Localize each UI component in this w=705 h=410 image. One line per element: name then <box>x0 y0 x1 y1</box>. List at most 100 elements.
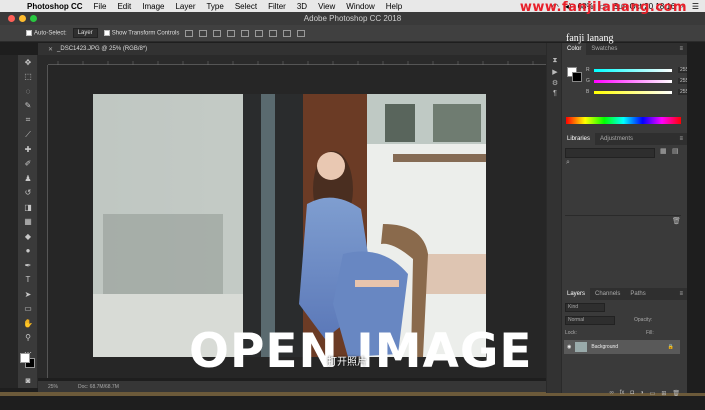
type-tool-icon[interactable]: T <box>18 273 38 288</box>
paragraph-panel-icon[interactable]: ¶ <box>547 88 563 99</box>
tab-adjustments[interactable]: Adjustments <box>595 133 638 145</box>
delete-layer-icon[interactable]: 🗑 <box>672 390 680 400</box>
eraser-tool-icon[interactable]: ◨ <box>18 200 38 215</box>
auto-select-dropdown[interactable]: Layer <box>72 28 98 38</box>
adjustment-layer-icon[interactable]: ◑ <box>640 390 644 400</box>
color-bg-swatch[interactable] <box>572 72 582 82</box>
actions-panel-icon[interactable]: ▶ <box>547 66 563 77</box>
tab-swatches[interactable]: Swatches <box>586 43 622 55</box>
hand-tool-icon[interactable]: ✋ <box>18 316 38 331</box>
gradient-tool-icon[interactable]: ▦ <box>18 215 38 230</box>
tab-channels[interactable]: Channels <box>590 288 625 300</box>
quick-mask-icon[interactable]: ◙ <box>18 373 38 388</box>
move-tool-icon[interactable]: ✥ <box>18 55 38 70</box>
menu-image[interactable]: Image <box>137 2 170 11</box>
maximize-window-button[interactable] <box>30 15 37 22</box>
align-top-icon[interactable] <box>185 29 194 37</box>
ruler-ticks-h <box>57 61 534 65</box>
menu-layer[interactable]: Layer <box>170 2 201 11</box>
3d-mode-icon[interactable] <box>297 29 306 37</box>
menu-edit[interactable]: Edit <box>112 2 137 11</box>
history-panel-icon[interactable]: ⧗ <box>547 55 563 66</box>
blue-slider[interactable]: B 255 <box>586 89 691 96</box>
close-document-icon[interactable]: ✕ <box>48 46 53 53</box>
menu-app-name[interactable]: Photoshop CC <box>22 2 89 11</box>
new-group-icon[interactable]: ▭ <box>650 390 656 400</box>
zoom-level[interactable]: 25% <box>48 384 58 390</box>
menu-file[interactable]: File <box>89 2 113 11</box>
horizontal-ruler[interactable] <box>48 56 546 65</box>
layer-style-icon[interactable]: fx <box>620 390 625 400</box>
minimize-window-button[interactable] <box>19 15 26 22</box>
pen-tool-icon[interactable]: ✒ <box>18 258 38 273</box>
green-slider[interactable]: G 255 <box>586 78 691 85</box>
link-layers-icon[interactable]: ∞ <box>609 390 613 400</box>
library-delete-icon[interactable]: 🗑 <box>672 217 681 225</box>
close-window-button[interactable] <box>8 15 15 22</box>
tab-layers[interactable]: Layers <box>562 288 591 300</box>
photo-image[interactable] <box>93 94 486 357</box>
zoom-tool-icon[interactable]: ⚲ <box>18 331 38 346</box>
doc-size[interactable]: Doc: 68.7M/68.7M <box>78 384 119 390</box>
menu-select[interactable]: Select <box>230 2 263 11</box>
brush-tool-icon[interactable]: ✐ <box>18 157 38 172</box>
new-layer-icon[interactable]: ⊞ <box>661 390 666 400</box>
transform-controls-checkbox[interactable] <box>103 29 110 36</box>
layers-footer: ∞ fx ◘ ◑ ▭ ⊞ 🗑 <box>564 390 680 400</box>
menu-help[interactable]: Help <box>381 2 408 11</box>
quick-select-tool-icon[interactable]: ✎ <box>18 99 38 114</box>
blur-tool-icon[interactable]: ◆ <box>18 229 38 244</box>
tab-paths[interactable]: Paths <box>625 288 650 300</box>
lasso-tool-icon[interactable]: ◌ <box>18 84 38 99</box>
color-swatches[interactable] <box>20 353 36 369</box>
blue-slider-track[interactable] <box>594 91 672 94</box>
grid-view-icon[interactable]: ▦ <box>660 147 667 155</box>
align-right-icon[interactable] <box>255 29 264 37</box>
align-left-icon[interactable] <box>227 29 236 37</box>
crop-tool-icon[interactable]: ⌗ <box>18 113 38 128</box>
layer-mask-icon[interactable]: ◘ <box>630 390 634 400</box>
library-dropdown[interactable] <box>565 148 655 158</box>
layers-menu-icon[interactable]: ≡ <box>679 291 683 297</box>
blend-mode-dropdown[interactable]: Normal <box>565 316 615 325</box>
red-slider[interactable]: R 255 <box>586 67 691 74</box>
menu-type[interactable]: Type <box>201 2 229 11</box>
list-view-icon[interactable]: ▤ <box>672 147 679 155</box>
vertical-ruler[interactable] <box>38 65 48 378</box>
menu-filter[interactable]: Filter <box>263 2 292 11</box>
foreground-color-swatch[interactable] <box>20 353 30 363</box>
window-controls <box>8 15 37 22</box>
align-center-icon[interactable] <box>241 29 250 37</box>
healing-brush-tool-icon[interactable]: ✚ <box>18 142 38 157</box>
distribute-icon[interactable] <box>269 29 278 37</box>
libraries-menu-icon[interactable]: ≡ <box>679 136 683 142</box>
green-slider-track[interactable] <box>594 80 672 83</box>
ruler-corner[interactable] <box>38 56 48 65</box>
clone-stamp-tool-icon[interactable]: ♟ <box>18 171 38 186</box>
tab-libraries[interactable]: Libraries <box>562 133 596 145</box>
library-search-icon[interactable]: ⌕ <box>566 159 570 167</box>
red-slider-track[interactable] <box>594 69 672 72</box>
properties-panel-icon[interactable]: ⚙ <box>547 77 563 88</box>
visibility-eye-icon[interactable]: ◉ <box>567 344 571 350</box>
layer-filter-kind[interactable]: Kind <box>565 303 605 312</box>
tab-color[interactable]: Color <box>562 43 587 55</box>
align-middle-icon[interactable] <box>199 29 208 37</box>
history-brush-tool-icon[interactable]: ↺ <box>18 186 38 201</box>
document-tab[interactable]: _DSC1423.JPG @ 25% (RGB/8*) <box>57 46 147 52</box>
align-bottom-icon[interactable] <box>213 29 222 37</box>
eyedropper-tool-icon[interactable]: ⟋ <box>18 128 38 143</box>
menu-window[interactable]: Window <box>341 2 380 11</box>
layer-row-background[interactable]: ◉ Background 🔒 <box>564 340 680 354</box>
path-select-tool-icon[interactable]: ➤ <box>18 287 38 302</box>
menu-view[interactable]: View <box>313 2 341 11</box>
marquee-tool-icon[interactable]: ⬚ <box>18 70 38 85</box>
rectangle-tool-icon[interactable]: ▭ <box>18 302 38 317</box>
color-spectrum[interactable] <box>566 117 681 124</box>
dodge-tool-icon[interactable]: ● <box>18 244 38 259</box>
distribute-h-icon[interactable] <box>283 29 292 37</box>
panel-menu-icon[interactable]: ≡ <box>679 46 683 52</box>
menu-extras-icon[interactable]: ☰ <box>692 2 699 11</box>
auto-select-checkbox[interactable] <box>26 29 32 36</box>
menu-3d[interactable]: 3D <box>292 2 313 11</box>
